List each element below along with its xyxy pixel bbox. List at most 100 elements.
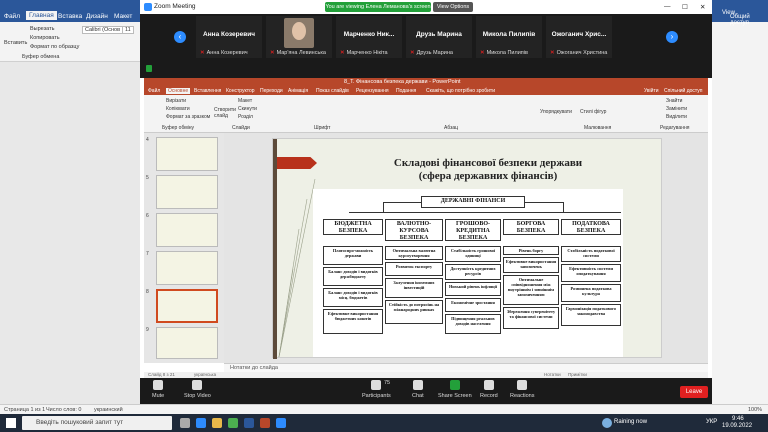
view-options-button[interactable]: View Options xyxy=(433,2,473,12)
word-ribbon-right: View Общий доступ xyxy=(712,10,768,404)
minimize-icon[interactable]: — xyxy=(664,3,671,10)
reactions-button[interactable]: Reactions xyxy=(510,380,534,399)
zoom-icon[interactable] xyxy=(276,418,286,428)
word-font-name[interactable]: Calibri (Основ xyxy=(82,26,123,34)
slide-thumbnail[interactable] xyxy=(156,137,218,171)
video-icon xyxy=(192,380,203,390)
record-button[interactable]: Record xyxy=(480,380,498,399)
edge-icon[interactable] xyxy=(196,418,206,428)
ppt-reset[interactable]: Скинути xyxy=(238,106,257,112)
ppt-share[interactable]: Спільний доступ xyxy=(664,88,702,94)
ppt-arrange[interactable]: Упорядкувати xyxy=(540,109,572,115)
word-format-painter[interactable]: Формат по образцу xyxy=(30,44,79,50)
participant-tile[interactable]: Микола Пилипів ⨯ Микола Пилипів xyxy=(476,16,542,58)
ppt-shape-styles[interactable]: Стилі фігур xyxy=(580,109,606,115)
viewing-banner: You are viewing Елена Леманова's screen xyxy=(325,2,431,12)
clock-date[interactable]: 19.09.2022 xyxy=(722,423,752,429)
mute-button[interactable]: Mute xyxy=(152,380,164,399)
participant-name: Друзь Марина xyxy=(416,31,462,38)
slide-number: 5 xyxy=(146,175,149,181)
word-tab-design[interactable]: Дизайн xyxy=(86,13,108,20)
participant-tile[interactable]: Марченко Ник... ⨯ Марченко Нікіта xyxy=(336,16,402,58)
participant-label: ⨯ Микола Пилипів xyxy=(480,50,528,56)
word-paste-button[interactable]: Вставить xyxy=(4,40,27,46)
slide-editor: Складові фінансової безпеки держави (сфе… xyxy=(224,133,708,363)
ppt-format-painter[interactable]: Формат за зразком xyxy=(166,114,210,120)
slide-thumbnail[interactable] xyxy=(156,213,218,247)
ppt-tab[interactable]: Основне xyxy=(166,88,191,94)
debt-item: Оптимальне співвідношення між внутрішнім… xyxy=(503,275,559,305)
muted-mic-icon: ⨯ xyxy=(550,50,555,56)
participant-face xyxy=(292,22,306,40)
gallery-next-arrow-icon[interactable]: › xyxy=(666,31,678,43)
slide-thumbnail[interactable] xyxy=(156,251,218,285)
ppt-cut[interactable]: Вирізати xyxy=(166,98,186,104)
ppt-tab[interactable]: Конструктор xyxy=(226,88,255,94)
word-icon[interactable] xyxy=(244,418,254,428)
weather-status[interactable]: Raining now xyxy=(614,419,647,425)
participant-tile[interactable]: Анна Козеревич ⨯ Анна Козеревич xyxy=(196,16,262,58)
ppt-tab[interactable]: Файл xyxy=(148,88,160,94)
budget-item: Ефективне використання бюджетних коштів xyxy=(323,309,383,334)
chat-button[interactable]: Chat xyxy=(412,380,424,399)
currency-item: Розвиток експорту xyxy=(385,262,443,276)
maximize-icon[interactable]: ☐ xyxy=(682,3,688,11)
slide-thumbnail[interactable] xyxy=(156,175,218,209)
notes-pane[interactable]: Нотатки до слайда xyxy=(224,363,708,372)
slide-number: 4 xyxy=(146,137,149,143)
ppt-section[interactable]: Розділ xyxy=(238,114,253,120)
slide-title: Складові фінансової безпеки держави (сфе… xyxy=(353,157,623,183)
ppt-replace[interactable]: Замінити xyxy=(666,106,687,112)
ppt-notes-toggle[interactable]: Нотатки xyxy=(544,372,561,377)
ppt-comments-toggle[interactable]: Примітки xyxy=(568,372,587,377)
ppt-tab[interactable]: Анімація xyxy=(288,88,308,94)
slide-thumbnail[interactable] xyxy=(156,327,218,359)
budget-item: Баланс доходів і видатків місц. бюджетів xyxy=(323,288,383,307)
word-cut-button[interactable]: Вырезать xyxy=(30,26,54,32)
word-tab-bar: Файл Главная Вставка Дизайн Макет xyxy=(0,0,140,22)
shared-screen-header xyxy=(140,60,712,78)
keyboard-language[interactable]: УКР xyxy=(706,419,717,425)
monetary-item: Доступність кредитних ресурсів xyxy=(445,264,501,280)
powerpoint-icon[interactable] xyxy=(260,418,270,428)
ppt-signin[interactable]: Увійти xyxy=(644,88,659,94)
clock-time[interactable]: 9:46 xyxy=(732,416,744,422)
taskbar-search-input[interactable]: Введіть пошуковий запит тут xyxy=(22,416,172,430)
leave-button[interactable]: Leave xyxy=(680,386,708,398)
word-zoom-level: 100% xyxy=(748,407,763,413)
ppt-layout[interactable]: Макет xyxy=(238,98,252,104)
participants-button[interactable]: Participants 75 xyxy=(362,380,391,399)
ppt-tab[interactable]: Показ слайдів xyxy=(316,88,349,94)
ppt-new-slide[interactable]: Створити слайд xyxy=(214,107,236,119)
word-share-button[interactable]: Общий доступ xyxy=(730,14,768,26)
slide-canvas[interactable]: Складові фінансової безпеки держави (сфе… xyxy=(272,138,662,359)
gallery-prev-arrow-icon[interactable]: ‹ xyxy=(174,31,186,43)
word-tab-file[interactable]: Файл xyxy=(4,13,20,20)
slide-thumbnail-selected[interactable] xyxy=(156,289,218,323)
participant-tile[interactable]: Друзь Марина ⨯ Друзь Марина xyxy=(406,16,472,58)
word-tab-insert[interactable]: Вставка xyxy=(58,13,82,20)
word-tab-layout[interactable]: Макет xyxy=(114,13,132,20)
word-font-size[interactable]: 11 xyxy=(122,26,134,34)
participant-tile[interactable]: ⨯ Мар'яна Левинська xyxy=(266,16,332,58)
ppt-tab[interactable]: Рецензування xyxy=(356,88,389,94)
chrome-icon[interactable] xyxy=(228,418,238,428)
close-icon[interactable]: ✕ xyxy=(700,3,705,11)
ppt-tab[interactable]: Подання xyxy=(396,88,416,94)
task-view-icon[interactable] xyxy=(180,418,190,428)
file-explorer-icon[interactable] xyxy=(212,418,222,428)
stop-video-button[interactable]: Stop Video xyxy=(184,380,211,399)
word-tab-home[interactable]: Главная xyxy=(26,11,57,20)
ppt-select[interactable]: Виділити xyxy=(666,114,687,120)
ppt-find[interactable]: Знайти xyxy=(666,98,682,104)
ppt-tell-me[interactable]: Скажіть, що потрібно зробити xyxy=(426,88,495,94)
ppt-copy[interactable]: Копіювати xyxy=(166,106,190,112)
windows-start-icon[interactable] xyxy=(6,418,16,428)
participant-tile[interactable]: Ожоганич Хрис... ⨯ Ожоганич Христина xyxy=(546,16,612,58)
word-page-count: Страница 1 из 1 xyxy=(4,407,46,413)
ppt-tab[interactable]: Переходи xyxy=(260,88,283,94)
muted-mic-icon: ⨯ xyxy=(200,50,205,56)
ppt-tab[interactable]: Вставлення xyxy=(194,88,221,94)
share-screen-button[interactable]: Share Screen xyxy=(438,380,472,399)
word-copy-button[interactable]: Копировать xyxy=(30,35,60,41)
